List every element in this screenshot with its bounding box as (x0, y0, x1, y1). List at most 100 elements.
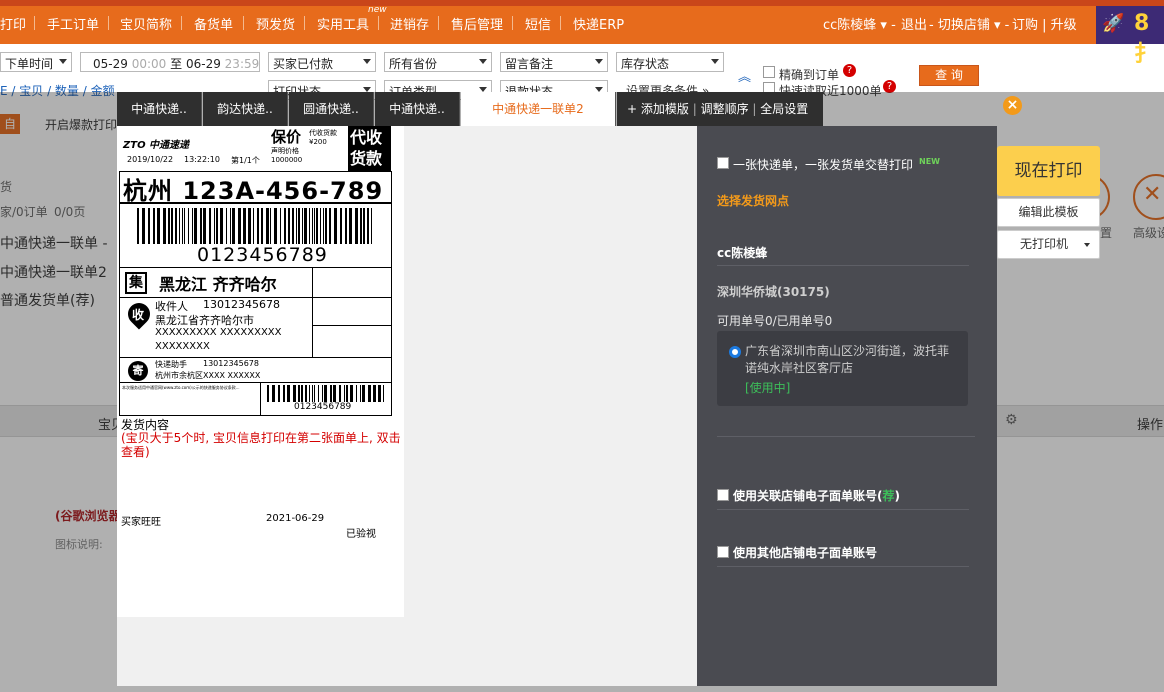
other-shop-checkbox[interactable] (717, 546, 729, 558)
logout-link[interactable]: 退出 (901, 14, 927, 33)
barcode-bar (325, 208, 327, 244)
divider (717, 509, 969, 510)
barcode-bar (316, 208, 318, 244)
divider (717, 436, 975, 437)
barcode-bar (153, 208, 155, 244)
shipping-label-preview[interactable]: ZTO 中通速递 保价 代收货款 ¥200 声明价格 1000000 代收 货款… (117, 126, 404, 617)
barcode-bar (280, 208, 281, 244)
piece-count: 第1/1个 (231, 156, 260, 165)
barcode-bar (302, 208, 303, 244)
barcode-bar (243, 208, 246, 244)
alternate-print-checkbox[interactable] (717, 157, 729, 169)
query-button[interactable]: 查 询 (919, 65, 979, 86)
barcode-bar (175, 208, 177, 244)
collect-tag: 集 (125, 272, 147, 294)
barcode-bar (157, 208, 160, 244)
nav-pre-ship[interactable]: 预发货 (256, 14, 295, 33)
barcode-bar (367, 208, 369, 244)
print-now-button[interactable]: 现在打印 (997, 146, 1100, 196)
barcode-bar (323, 208, 324, 244)
barcode-bar (226, 208, 227, 244)
date-range-input[interactable]: 05-29 00:00 至 06-29 23:59 (80, 52, 260, 72)
branch-name: 深圳华侨城(30175) (717, 285, 830, 299)
collect-place: 黑龙江 齐齐哈尔 (159, 275, 277, 294)
close-icon[interactable]: × (1003, 96, 1022, 115)
nav-separator (243, 16, 244, 30)
rocket-icon: 🚀 (1102, 13, 1125, 34)
nav-express-erp[interactable]: 快递ERP (573, 14, 624, 33)
divider (717, 566, 969, 567)
barcode-bar (344, 385, 345, 402)
divider (119, 357, 392, 358)
user-name: cc陈棱蜂 (823, 18, 877, 33)
barcode-bar (345, 208, 347, 244)
order-upgrade-link[interactable]: 订购 | 升级 (1012, 14, 1077, 33)
pay-status-select[interactable]: 买家已付款 (268, 52, 376, 72)
collapse-up-icon[interactable]: ︽ (738, 66, 751, 85)
tab-template-zto-1[interactable]: 中通快递.. (117, 92, 202, 126)
number-usage: 可用单号0/已用单号0 (717, 314, 833, 328)
help-icon[interactable]: ? (843, 64, 856, 77)
declared-value: 声明价格 1000000 (271, 147, 303, 164)
divider (312, 325, 392, 326)
global-settings-link[interactable]: 全局设置 (760, 102, 808, 116)
barcode-bar (142, 208, 145, 244)
nav-tools[interactable]: 实用工具 (317, 14, 369, 33)
nav-print[interactable]: 打印 (0, 14, 26, 33)
barcode-bar (340, 208, 342, 244)
printer-value: 无打印机 (1020, 237, 1069, 251)
barcode-bar (274, 208, 277, 244)
print-time: 13:22:10 (184, 155, 220, 164)
barcode-bar (296, 208, 297, 244)
switch-shop-link[interactable]: - 切换店铺 ▾ - (929, 14, 1009, 33)
receiver-address-line3: XXXXXXXX (155, 341, 210, 352)
nav-sms[interactable]: 短信 (525, 14, 551, 33)
print-date: 2019/10/22 (127, 155, 174, 164)
barcode-bar (356, 385, 357, 402)
remark-select[interactable]: 留言备注 (500, 52, 608, 72)
exact-match-checkbox[interactable] (763, 66, 775, 78)
route-code: 杭州 123A-456-789 (123, 177, 384, 205)
linked-shop-checkbox[interactable] (717, 489, 729, 501)
order-date: 2021-06-29 (266, 513, 325, 524)
time-type-select[interactable]: 下单时间 (0, 52, 72, 72)
outlet-address-card[interactable]: 广东省深圳市南山区沙河街道，波托菲诺纯水岸社区客厅店 [使用中] (717, 331, 968, 406)
stock-status-select[interactable]: 库存状态 (616, 52, 724, 72)
linked-shop-text: 使用关联店铺电子面单账号( (733, 489, 883, 503)
barcode-bar (322, 385, 323, 402)
promo-banner[interactable]: 🚀 8扌 (1096, 6, 1164, 67)
nav-manual-order[interactable]: 手工订单 (47, 14, 99, 33)
outlet-radio[interactable] (729, 346, 741, 358)
divider (717, 265, 969, 266)
tab-template-zto-single-2[interactable]: 中通快递一联单2 (461, 92, 616, 126)
content-note: (宝贝大于5个时, 宝贝信息打印在第二张面单上, 双击查看) (121, 431, 401, 459)
tab-template-yunda[interactable]: 韵达快递.. (203, 92, 288, 126)
barcode-bar (309, 208, 310, 244)
divider (260, 382, 261, 416)
remark-value: 留言备注 (505, 57, 554, 71)
print-settings-panel: 一张快递单，一张发货单交替打印 NEW 选择发货网点 cc陈棱蜂 深圳华侨城(3… (697, 126, 997, 686)
barcode-bar (266, 208, 269, 244)
barcode-bar (287, 385, 290, 402)
nav-stock-list[interactable]: 备货单 (194, 14, 233, 33)
adjust-order-link[interactable]: 调整顺序 (701, 102, 749, 116)
barcode-bar (350, 385, 353, 402)
barcode-bar (339, 385, 341, 402)
nav-inventory[interactable]: 进销存 (390, 14, 429, 33)
toolbar-divider: | (692, 102, 701, 116)
select-outlet-link[interactable]: 选择发货网点 (717, 192, 789, 209)
printer-select[interactable]: 无打印机 (997, 230, 1100, 259)
edit-template-button[interactable]: 编辑此模板 (997, 198, 1100, 227)
date-from-time: 00:00 (131, 57, 167, 71)
date-from: 05-29 (93, 57, 128, 71)
nav-item-alias[interactable]: 宝贝简称 (120, 14, 172, 33)
nav-separator (378, 16, 379, 30)
tab-template-zto-2[interactable]: 中通快递.. (375, 92, 460, 126)
divider (119, 267, 392, 268)
tab-template-yto[interactable]: 圆通快递.. (289, 92, 374, 126)
service-terms: 本次服务适用中通官网(www.zto.com)公示的快递服务协议条款... (122, 385, 240, 390)
nav-after-sales[interactable]: 售后管理 (451, 14, 503, 33)
province-select[interactable]: 所有省份 (384, 52, 492, 72)
add-template-link[interactable]: + 添加模版 (627, 102, 689, 116)
user-menu[interactable]: cc陈棱蜂 ▾ - (823, 14, 896, 33)
